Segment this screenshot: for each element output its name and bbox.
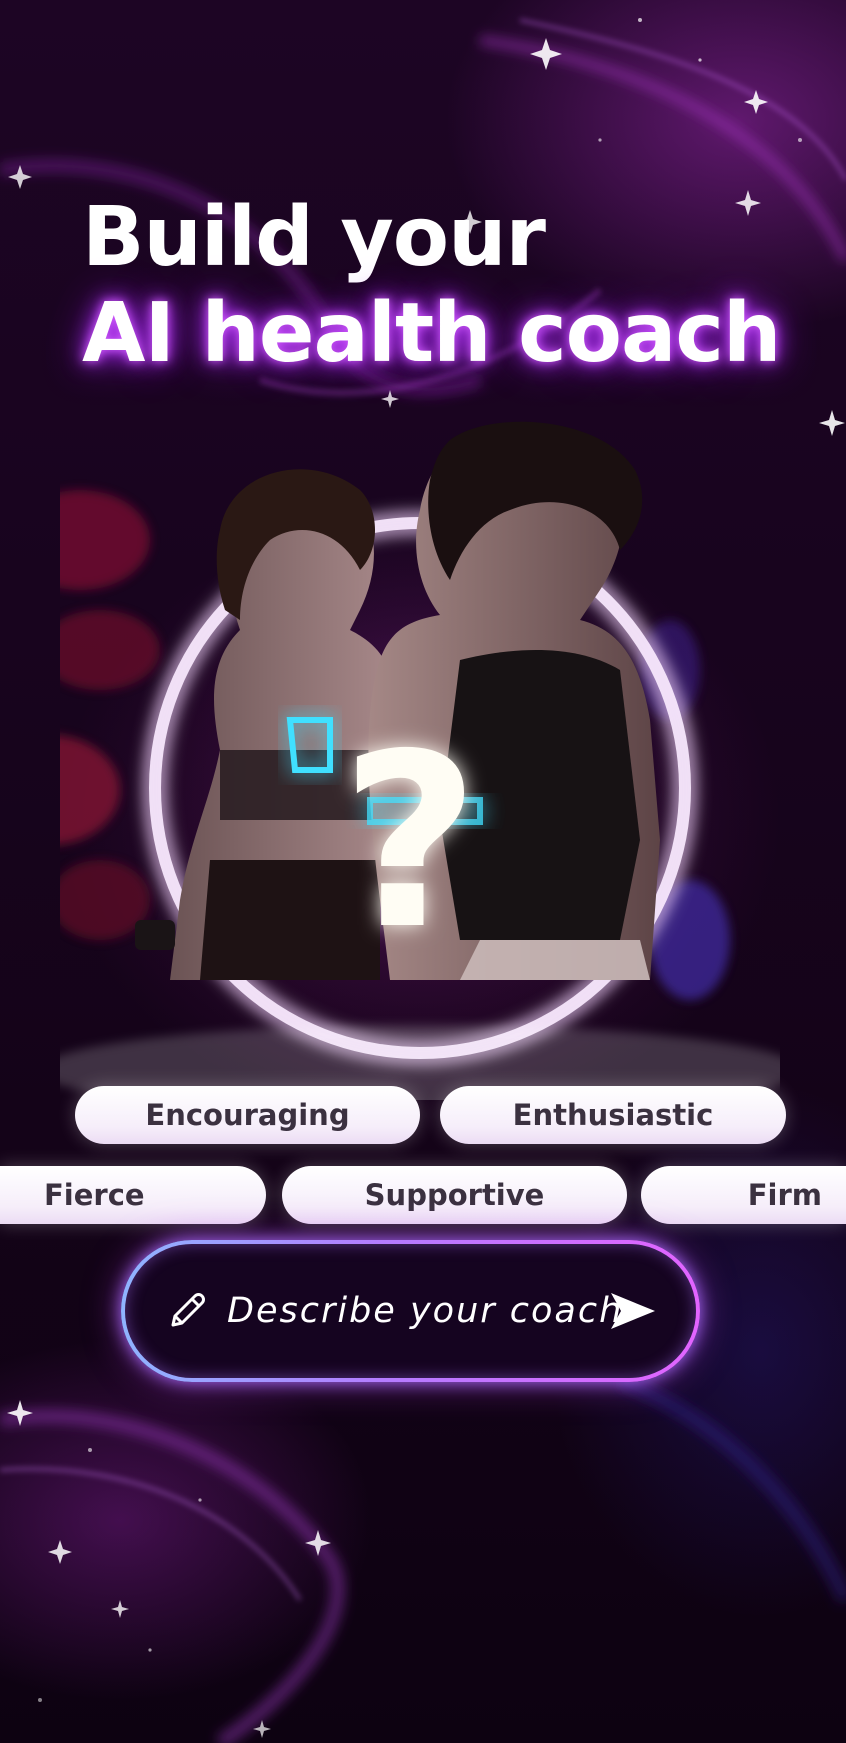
describe-coach-button[interactable]: Describe your coach — [121, 1240, 700, 1382]
question-mark-icon: ? — [340, 702, 479, 982]
trait-chip-encouraging[interactable]: Encouraging — [75, 1086, 420, 1144]
trait-chip-firm[interactable]: Firm — [641, 1166, 846, 1224]
pencil-icon — [171, 1293, 205, 1327]
trait-chip-supportive[interactable]: Supportive — [282, 1166, 627, 1224]
describe-coach-content: Describe your coach — [165, 1244, 623, 1378]
title-line-1: Build your — [82, 190, 546, 285]
coach-hero-illustration: ? — [60, 421, 780, 1100]
trait-chip-enthusiastic[interactable]: Enthusiastic — [440, 1086, 786, 1144]
describe-coach-label: Describe your coach — [227, 1291, 624, 1331]
onboarding-screen: Build your AI health coach ? Encouraging… — [0, 0, 846, 1743]
page-title: Build your AI health coach — [82, 190, 781, 382]
send-arrow-icon[interactable] — [609, 1291, 657, 1331]
title-line-2: AI health coach — [82, 286, 781, 381]
trait-chip-fierce[interactable]: Fierce — [0, 1166, 266, 1224]
